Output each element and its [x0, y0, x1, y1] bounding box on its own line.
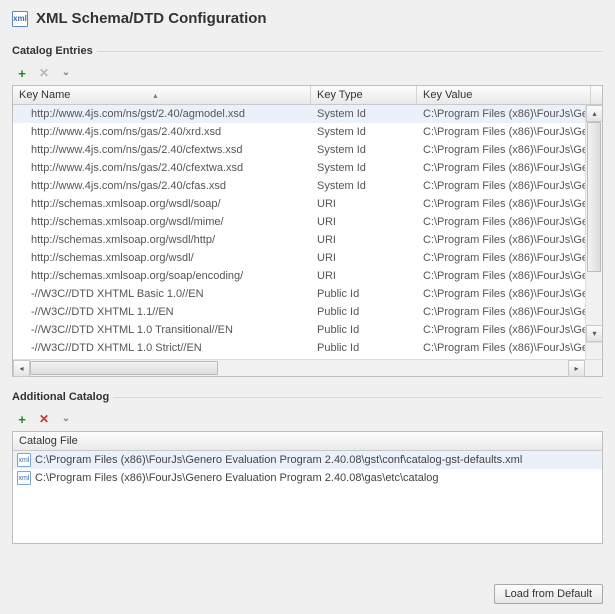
table-row[interactable]: http://schemas.xmlsoap.org/soap/encoding… — [13, 267, 602, 285]
cell-key-value: C:\Program Files (x86)\FourJs\Genero I — [417, 323, 591, 337]
cell-key-value: C:\Program Files (x86)\FourJs\Genero I — [417, 287, 591, 301]
catalog-entries-section: Catalog Entries + ✕ ⌄ Key Name ▴ Key Typ… — [12, 45, 603, 381]
cell-key-name: http://www.4js.com/ns/gas/2.40/cfextws.x… — [13, 143, 311, 157]
cell-key-name: http://www.4js.com/ns/gas/2.40/cfas.xsd — [13, 179, 311, 193]
table-row[interactable]: -//W3C//DTD XHTML Basic 1.0//ENPublic Id… — [13, 285, 602, 303]
page-title: XML Schema/DTD Configuration — [36, 10, 267, 27]
scroll-corner — [585, 342, 602, 359]
sort-asc-icon: ▴ — [153, 91, 157, 100]
cell-key-type: System Id — [311, 161, 417, 175]
cell-key-name: http://schemas.xmlsoap.org/soap/encoding… — [13, 269, 311, 283]
catalog-file-path: C:\Program Files (x86)\FourJs\Genero Eva… — [35, 472, 439, 484]
cell-key-value: C:\Program Files (x86)\FourJs\Genero I — [417, 305, 591, 319]
cell-key-type: System Id — [311, 107, 417, 121]
scroll-thumb-h[interactable] — [30, 361, 218, 375]
cell-key-value: C:\Program Files (x86)\FourJs\Genero I — [417, 179, 591, 193]
col-key-value[interactable]: Key Value — [417, 86, 591, 104]
scroll-up-icon[interactable]: ▴ — [586, 105, 602, 122]
additional-catalog-grid: Catalog File xml C:\Program Files (x86)\F… — [12, 431, 603, 544]
table-row[interactable]: http://www.4js.com/ns/gas/2.40/cfextws.x… — [13, 141, 602, 159]
cell-key-name: -//W3C//DTD XHTML 1.0 Transitional//EN — [13, 323, 311, 337]
list-item[interactable]: xml C:\Program Files (x86)\FourJs\Genero … — [13, 451, 602, 469]
remove-catalog-button[interactable]: ✕ — [36, 411, 52, 427]
cell-key-name: http://schemas.xmlsoap.org/wsdl/http/ — [13, 233, 311, 247]
table-row[interactable]: http://www.4js.com/ns/gas/2.40/cfextwa.x… — [13, 159, 602, 177]
cell-key-name: http://www.4js.com/ns/gst/2.40/agmodel.x… — [13, 107, 311, 121]
cell-key-value: C:\Program Files (x86)\FourJs\Genero I — [417, 197, 591, 211]
catalog-menu-button[interactable]: ⌄ — [58, 411, 74, 427]
scroll-down-icon[interactable]: ▾ — [586, 325, 602, 342]
scroll-thumb-v[interactable] — [587, 122, 601, 272]
cell-key-type: System Id — [311, 143, 417, 157]
table-row[interactable]: -//W3C//DTD XHTML 1.0 Strict//ENPublic I… — [13, 339, 602, 357]
cell-key-name: -//W3C//DTD XHTML 1.1//EN — [13, 305, 311, 319]
scroll-right-icon[interactable]: ▸ — [568, 360, 585, 377]
additional-catalog-body: xml C:\Program Files (x86)\FourJs\Genero … — [13, 451, 602, 543]
xml-file-icon: xml — [17, 471, 31, 485]
cell-key-type: Public Id — [311, 305, 417, 319]
cell-key-type: Public Id — [311, 287, 417, 301]
col-key-type[interactable]: Key Type — [311, 86, 417, 104]
cell-key-name: -//W3C//DTD XHTML Basic 1.0//EN — [13, 287, 311, 301]
table-row[interactable]: -//W3C//DTD XHTML 1.0 Transitional//ENPu… — [13, 321, 602, 339]
xml-file-icon: xml — [12, 11, 28, 27]
additional-catalog-toolbar: + ✕ ⌄ — [12, 409, 603, 431]
cell-key-value: C:\Program Files (x86)\FourJs\Genero I — [417, 269, 591, 283]
cell-key-name: http://schemas.xmlsoap.org/wsdl/ — [13, 251, 311, 265]
table-row[interactable]: http://www.4js.com/ns/gas/2.40/xrd.xsdSy… — [13, 123, 602, 141]
cell-key-type: Public Id — [311, 323, 417, 337]
cell-key-name: http://www.4js.com/ns/gas/2.40/cfextwa.x… — [13, 161, 311, 175]
entry-menu-button[interactable]: ⌄ — [58, 65, 74, 81]
load-from-default-button[interactable]: Load from Default — [494, 584, 603, 604]
cell-key-value: C:\Program Files (x86)\FourJs\Genero I — [417, 233, 591, 247]
horizontal-scrollbar[interactable]: ◂ ▸ — [13, 359, 602, 376]
catalog-entries-legend: Catalog Entries — [12, 45, 97, 57]
cell-key-type: URI — [311, 233, 417, 247]
cell-key-name: http://www.4js.com/ns/gas/2.40/xrd.xsd — [13, 125, 311, 139]
cell-key-value: C:\Program Files (x86)\FourJs\Genero I — [417, 125, 591, 139]
additional-catalog-header: Catalog File — [13, 432, 602, 451]
cell-key-name: http://schemas.xmlsoap.org/wsdl/mime/ — [13, 215, 311, 229]
cell-key-value: C:\Program Files (x86)\FourJs\Genero I — [417, 107, 591, 121]
vertical-scrollbar[interactable]: ▴ ▾ — [585, 105, 602, 342]
cell-key-type: URI — [311, 251, 417, 265]
add-entry-button[interactable]: + — [14, 65, 30, 81]
col-key-name[interactable]: Key Name ▴ — [13, 86, 311, 104]
catalog-entries-body: http://www.4js.com/ns/gst/2.40/agmodel.x… — [13, 105, 602, 359]
additional-catalog-legend: Additional Catalog — [12, 391, 113, 403]
cell-key-type: URI — [311, 269, 417, 283]
cell-key-value: C:\Program Files (x86)\FourJs\Genero I — [417, 341, 591, 355]
cell-key-value: C:\Program Files (x86)\FourJs\Genero I — [417, 143, 591, 157]
table-row[interactable]: http://www.4js.com/ns/gst/2.40/agmodel.x… — [13, 105, 602, 123]
footer: Load from Default — [12, 578, 603, 604]
xml-file-icon: xml — [17, 453, 31, 467]
table-row[interactable]: -//W3C//DTD XHTML 1.1//ENPublic IdC:\Pro… — [13, 303, 602, 321]
scroll-left-icon[interactable]: ◂ — [13, 360, 30, 377]
cell-key-value: C:\Program Files (x86)\FourJs\Genero I — [417, 161, 591, 175]
cell-key-value: C:\Program Files (x86)\FourJs\Genero I — [417, 215, 591, 229]
table-row[interactable]: http://schemas.xmlsoap.org/wsdl/soap/URI… — [13, 195, 602, 213]
cell-key-type: System Id — [311, 179, 417, 193]
add-catalog-button[interactable]: + — [14, 411, 30, 427]
col-catalog-file[interactable]: Catalog File — [13, 432, 602, 450]
cell-key-value: C:\Program Files (x86)\FourJs\Genero I — [417, 251, 591, 265]
catalog-file-path: C:\Program Files (x86)\FourJs\Genero Eva… — [35, 454, 522, 466]
cell-key-type: System Id — [311, 125, 417, 139]
table-row[interactable]: http://schemas.xmlsoap.org/wsdl/mime/URI… — [13, 213, 602, 231]
cell-key-type: URI — [311, 197, 417, 211]
cell-key-type: URI — [311, 215, 417, 229]
table-row[interactable]: http://schemas.xmlsoap.org/wsdl/http/URI… — [13, 231, 602, 249]
table-row[interactable]: http://schemas.xmlsoap.org/wsdl/URIC:\Pr… — [13, 249, 602, 267]
table-row[interactable]: http://www.4js.com/ns/gas/2.40/cfas.xsdS… — [13, 177, 602, 195]
cell-key-type: Public Id — [311, 341, 417, 355]
catalog-entries-header: Key Name ▴ Key Type Key Value — [13, 86, 602, 105]
additional-catalog-section: Additional Catalog + ✕ ⌄ Catalog File xm… — [12, 391, 603, 544]
page-header: xml XML Schema/DTD Configuration — [12, 10, 603, 27]
list-item[interactable]: xml C:\Program Files (x86)\FourJs\Genero … — [13, 469, 602, 487]
cell-key-name: http://schemas.xmlsoap.org/wsdl/soap/ — [13, 197, 311, 211]
remove-entry-button[interactable]: ✕ — [36, 65, 52, 81]
catalog-entries-toolbar: + ✕ ⌄ — [12, 63, 603, 85]
catalog-entries-grid: Key Name ▴ Key Type Key Value http://www… — [12, 85, 603, 377]
cell-key-name: -//W3C//DTD XHTML 1.0 Strict//EN — [13, 341, 311, 355]
